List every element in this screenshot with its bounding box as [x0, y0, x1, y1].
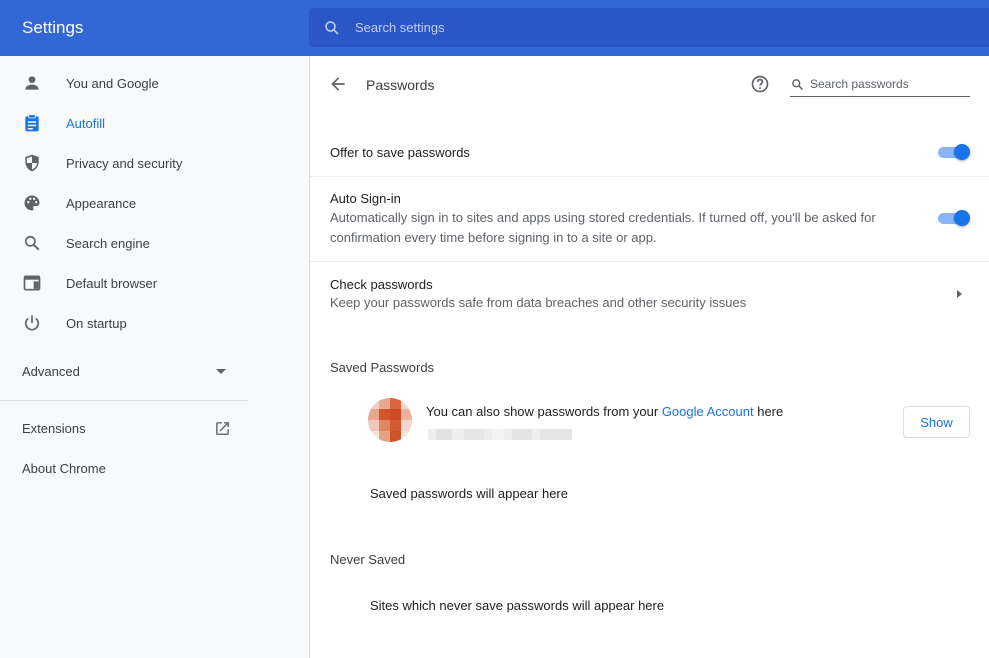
page-title: Passwords [366, 77, 435, 93]
sidebar-item-label: On startup [66, 316, 127, 331]
never-saved-empty-message: Sites which never save passwords will ap… [370, 598, 665, 613]
sidebar-divider [0, 400, 248, 401]
toggle-knob [954, 210, 970, 226]
google-account-message: You can also show passwords from your Go… [426, 404, 783, 419]
chevron-right-icon [957, 290, 962, 298]
app-title: Settings [22, 18, 84, 37]
palette-icon [24, 195, 40, 211]
toggle-knob [954, 144, 970, 160]
check-passwords-label: Check passwords [330, 277, 433, 292]
avatar [368, 398, 412, 442]
search-placeholder: Search settings [355, 20, 445, 35]
sidebar-extensions[interactable]: Extensions [22, 421, 232, 436]
show-button[interactable]: Show [903, 406, 970, 438]
sidebar-advanced[interactable]: Advanced [22, 364, 232, 379]
blurred-email [428, 429, 572, 440]
auto-signin-description: Automatically sign in to sites and apps … [330, 210, 876, 245]
saved-passwords-empty-message: Saved passwords will appear here [370, 486, 568, 501]
sidebar-item-label: Autofill [66, 116, 106, 131]
google-account-link[interactable]: Google Account [662, 404, 754, 419]
help-icon[interactable] [750, 74, 770, 94]
caret-down-icon [216, 369, 226, 374]
sidebar-item-you-and-google[interactable]: You and Google [0, 63, 309, 103]
auto-signin-row: Auto Sign-in Automatically sign in to si… [310, 177, 989, 261]
password-search-input[interactable]: Search passwords [790, 74, 970, 97]
search-icon [325, 21, 339, 35]
sidebar-item-label: Default browser [66, 276, 158, 291]
sidebar-item-label: Search engine [66, 236, 150, 251]
back-arrow-icon[interactable] [328, 74, 348, 94]
clipboard-icon [25, 114, 39, 132]
browser-window-icon [23, 275, 41, 291]
offer-to-save-toggle[interactable] [938, 144, 970, 160]
sidebar-about-chrome[interactable]: About Chrome [22, 461, 106, 476]
power-icon [24, 315, 40, 331]
search-icon [24, 235, 40, 251]
saved-passwords-heading: Saved Passwords [330, 360, 435, 375]
person-icon [25, 76, 39, 90]
account-text-before: You can also show passwords from your [426, 404, 662, 419]
search-placeholder: Search passwords [810, 77, 909, 91]
check-passwords-row[interactable]: Check passwords Keep your passwords safe… [310, 262, 989, 324]
advanced-label: Advanced [22, 364, 80, 379]
sidebar-item-default-browser[interactable]: Default browser [0, 263, 309, 303]
offer-to-save-row: Offer to save passwords [310, 130, 989, 176]
passwords-page: Passwords Search passwords Offer to save… [309, 56, 989, 658]
never-saved-heading: Never Saved [330, 552, 406, 567]
extensions-label: Extensions [22, 421, 86, 436]
sidebar-item-on-startup[interactable]: On startup [0, 303, 309, 343]
app-header: Settings Search settings [0, 0, 989, 56]
sidebar-item-privacy-and-security[interactable]: Privacy and security [0, 143, 309, 183]
auto-signin-label: Auto Sign-in [330, 191, 401, 206]
sidebar: You and Google Autofill Privacy and secu… [0, 56, 309, 658]
auto-signin-toggle[interactable] [938, 210, 970, 226]
check-passwords-description: Keep your passwords safe from data breac… [330, 295, 747, 310]
shield-icon [25, 154, 39, 172]
sidebar-item-appearance[interactable]: Appearance [0, 183, 309, 223]
search-icon [792, 79, 804, 91]
sidebar-item-search-engine[interactable]: Search engine [0, 223, 309, 263]
open-in-new-icon [216, 422, 229, 435]
sidebar-item-autofill[interactable]: Autofill [0, 103, 309, 143]
sidebar-item-label: Privacy and security [66, 156, 183, 171]
sidebar-item-label: You and Google [66, 76, 159, 91]
offer-to-save-label: Offer to save passwords [330, 145, 470, 160]
sidebar-item-label: Appearance [66, 196, 137, 211]
account-text-after: here [753, 404, 784, 419]
settings-search-input[interactable]: Search settings [309, 8, 989, 47]
